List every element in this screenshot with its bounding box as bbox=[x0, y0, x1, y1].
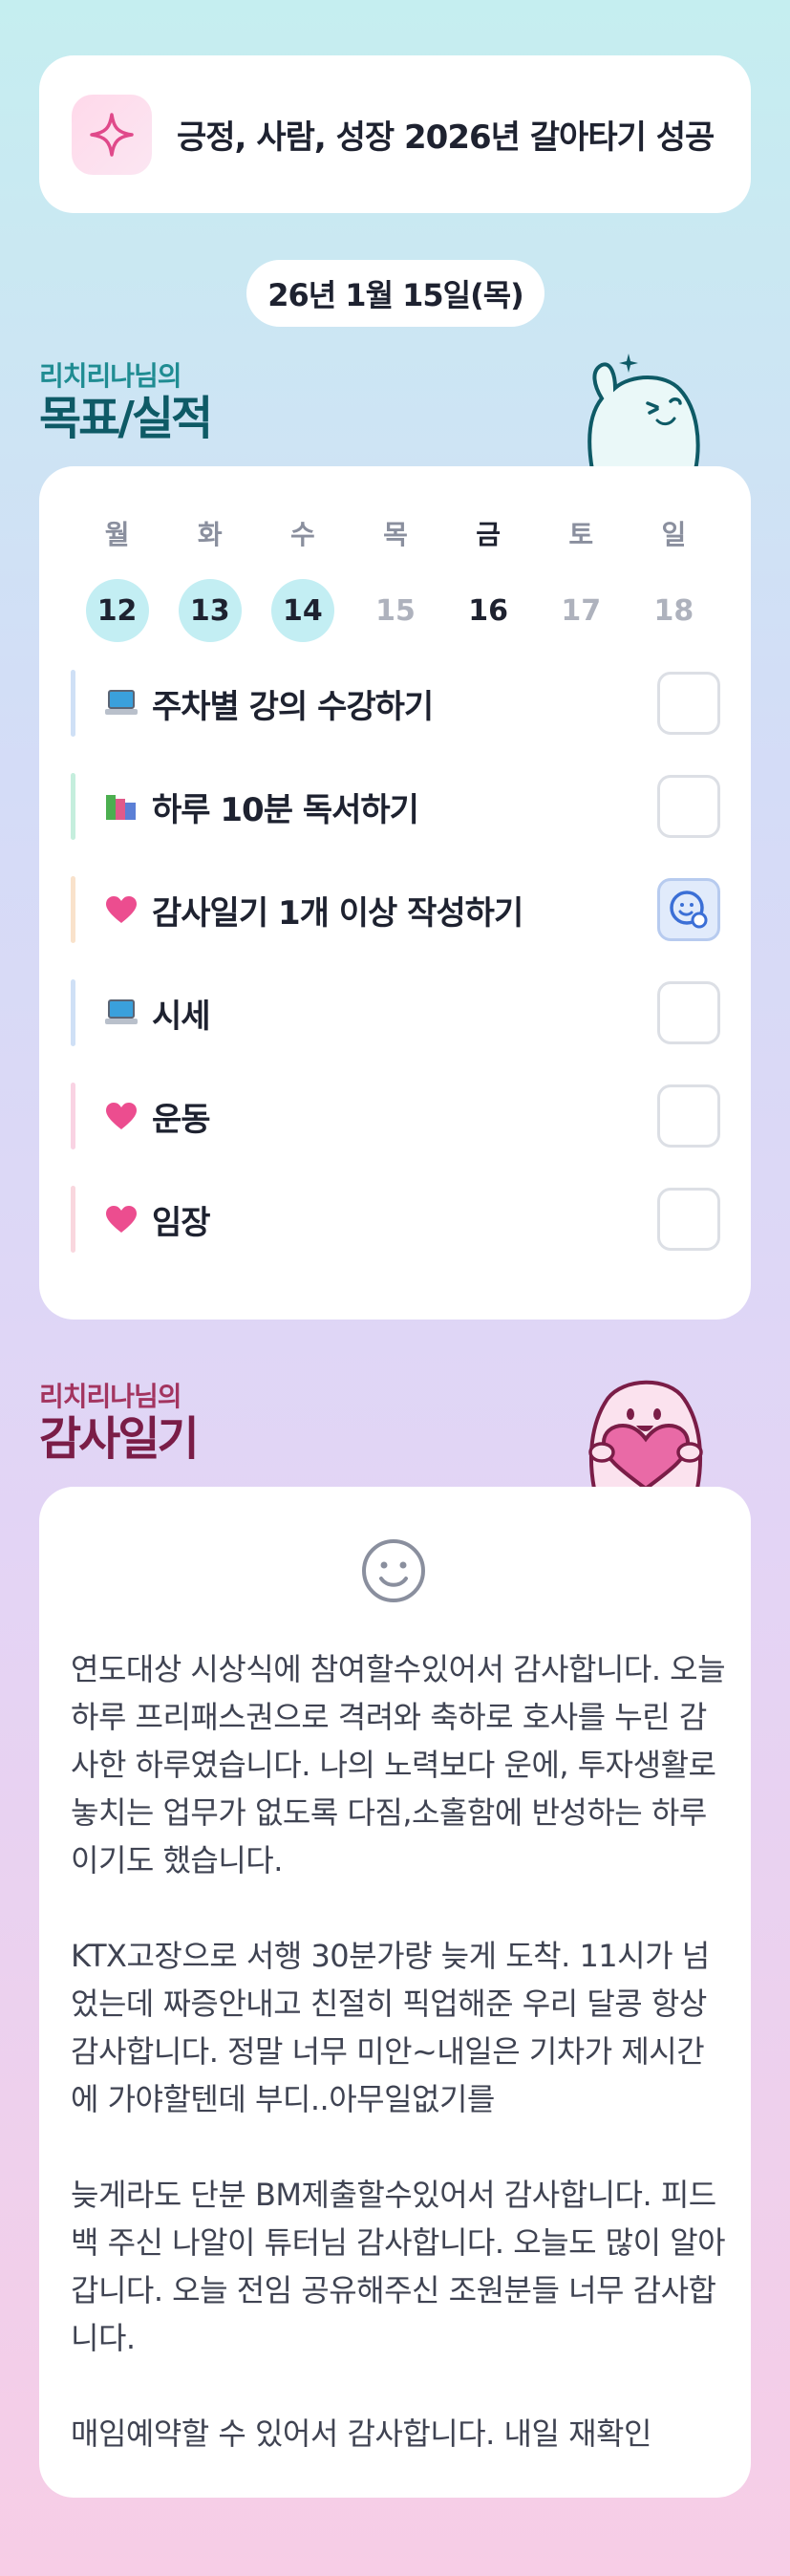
goals-section-header: 리치리나님의 목표/실적 bbox=[39, 355, 213, 445]
day-sun[interactable]: 일 18 bbox=[628, 516, 720, 642]
goal-checkbox[interactable] bbox=[657, 775, 720, 838]
day-of-week: 목 bbox=[383, 519, 408, 550]
day-of-week: 월 bbox=[104, 519, 130, 550]
goal-item: 주차별 강의 수강하기 bbox=[71, 667, 720, 740]
gratitude-paragraph: 연도대상 시상식에 참여할수있어서 감사합니다. 오늘하루 프리패스권으로 격려… bbox=[71, 1651, 726, 1878]
gratitude-card: 연도대상 시상식에 참여할수있어서 감사합니다. 오늘하루 프리패스권으로 격려… bbox=[39, 1487, 751, 2498]
goal-color-bar bbox=[71, 979, 75, 1046]
gratitude-paragraph: KTX고장으로 서행 30분가량 늦게 도착. 11시가 넘었는데 짜증안내고 … bbox=[71, 1938, 710, 2117]
goal-checkbox[interactable] bbox=[657, 1188, 720, 1251]
day-of-week: 토 bbox=[568, 519, 594, 550]
sparkle-icon bbox=[72, 94, 152, 175]
goal-checkbox[interactable] bbox=[657, 981, 720, 1044]
goal-banner-title: 긍정, 사람, 성장 2026년 갈아타기 성공 bbox=[177, 118, 715, 157]
gratitude-paragraph: 매임예약할 수 있어서 감사합니다. 내일 재확인 bbox=[71, 2415, 651, 2452]
gratitude-section-title: 감사일기 bbox=[39, 1412, 200, 1466]
goal-color-bar bbox=[71, 773, 75, 840]
week-calendar: 월 12 화 13 수 14 목 15 금 16 토 17 일 18 bbox=[71, 516, 720, 642]
goal-item: 임장 bbox=[71, 1183, 720, 1256]
goal-item: 시세 bbox=[71, 977, 720, 1049]
goal-label: 감사일기 1개 이상 작성하기 bbox=[152, 893, 523, 933]
smiley-check-icon bbox=[670, 891, 708, 929]
goals-section-title: 목표/실적 bbox=[39, 392, 213, 445]
teal-mascot-illustration bbox=[573, 346, 716, 474]
goal-label: 임장 bbox=[152, 1203, 211, 1242]
goal-checkbox[interactable] bbox=[657, 672, 720, 735]
goal-banner[interactable]: 긍정, 사람, 성장 2026년 갈아타기 성공 bbox=[39, 55, 751, 213]
goals-card: 월 12 화 13 수 14 목 15 금 16 토 17 일 18 주차별 강의 수강하기 … bbox=[39, 466, 751, 1320]
goals-section-owner: 리치리나님의 bbox=[39, 360, 182, 392]
day-number: 16 bbox=[468, 593, 508, 628]
day-fri[interactable]: 금 16 bbox=[442, 516, 535, 642]
day-of-week: 수 bbox=[289, 519, 315, 550]
goal-item: 운동 bbox=[71, 1080, 720, 1152]
goal-color-bar bbox=[71, 670, 75, 737]
books-icon bbox=[104, 789, 139, 824]
goal-item: 하루 10분 독서하기 bbox=[71, 770, 720, 843]
day-number: 15 bbox=[375, 593, 416, 628]
gratitude-section-owner: 리치리나님의 bbox=[39, 1381, 182, 1412]
goal-label: 시세 bbox=[152, 997, 211, 1036]
heart-icon bbox=[104, 1099, 139, 1133]
pink-mascot-illustration bbox=[569, 1366, 722, 1492]
date-label: 26년 1월 15일(목) bbox=[246, 260, 544, 327]
day-wed[interactable]: 수 14 bbox=[256, 516, 349, 642]
goal-item: 감사일기 1개 이상 작성하기 bbox=[71, 873, 720, 946]
day-of-week: 화 bbox=[197, 519, 223, 550]
day-number: 18 bbox=[653, 593, 694, 628]
goal-label: 운동 bbox=[152, 1100, 211, 1139]
goal-color-bar bbox=[71, 1083, 75, 1149]
goal-color-bar bbox=[71, 876, 75, 943]
laptop-icon bbox=[104, 686, 139, 720]
day-number: 13 bbox=[178, 579, 242, 642]
day-tue[interactable]: 화 13 bbox=[163, 516, 256, 642]
heart-icon bbox=[104, 892, 139, 927]
day-number: 17 bbox=[561, 593, 602, 628]
goal-checkbox[interactable] bbox=[657, 1084, 720, 1148]
day-of-week: 일 bbox=[661, 519, 687, 550]
day-sat[interactable]: 토 17 bbox=[535, 516, 628, 642]
smiley-icon[interactable] bbox=[359, 1536, 428, 1609]
gratitude-paragraph: 늦게라도 단분 BM제출할수있어서 감사합니다. 피드백 주신 나알이 튜터님 … bbox=[71, 2177, 726, 2356]
day-of-week: 금 bbox=[476, 519, 502, 550]
goal-label: 하루 10분 독서하기 bbox=[152, 790, 419, 829]
day-thu[interactable]: 목 15 bbox=[349, 516, 441, 642]
laptop-icon bbox=[104, 996, 139, 1030]
goal-color-bar bbox=[71, 1186, 75, 1253]
day-number: 12 bbox=[85, 579, 149, 642]
day-number: 14 bbox=[270, 579, 334, 642]
goal-checkbox-checked[interactable] bbox=[657, 878, 720, 941]
heart-icon bbox=[104, 1202, 139, 1236]
gratitude-section-header: 리치리나님의 감사일기 bbox=[39, 1376, 200, 1466]
day-mon[interactable]: 월 12 bbox=[71, 516, 163, 642]
goal-label: 주차별 강의 수강하기 bbox=[152, 687, 434, 726]
gratitude-journal-text[interactable]: 연도대상 시상식에 참여할수있어서 감사합니다. 오늘하루 프리패스권으로 격려… bbox=[71, 1645, 730, 2505]
